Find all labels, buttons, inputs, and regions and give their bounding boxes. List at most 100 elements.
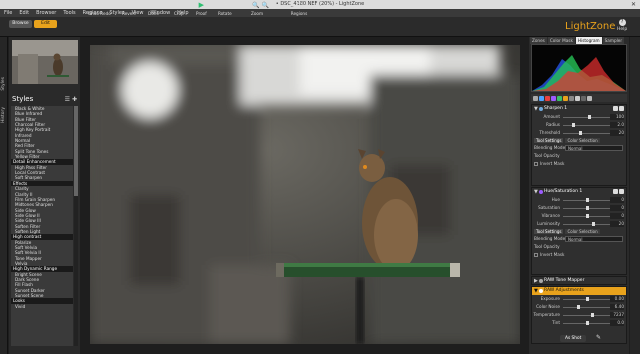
image-thumbnail[interactable] [12, 40, 78, 84]
tab-color-selection[interactable]: Color Selection [565, 229, 600, 234]
save-icon: ▤ [150, 1, 157, 9]
styles-title: Styles [12, 95, 34, 103]
zones-tool-icon[interactable] [533, 95, 538, 101]
slider-knob[interactable] [586, 214, 589, 218]
reset-icon[interactable] [613, 189, 618, 194]
tab-history[interactable]: History [1, 107, 7, 123]
undo-redo-button[interactable]: ↶↷ Undo Redo [88, 2, 111, 17]
slider-value-field[interactable]: 7237 [610, 312, 624, 318]
hue-subtabs: Tool Settings Color Selection [532, 228, 626, 235]
visibility-icon[interactable] [539, 279, 543, 283]
slider-value-field[interactable]: 0 [610, 205, 624, 211]
slider-knob[interactable] [572, 123, 576, 127]
visibility-icon[interactable] [539, 289, 543, 293]
slider-knob[interactable] [576, 305, 580, 309]
slider-value-field[interactable]: 2.0 [610, 122, 624, 128]
eyedropper-icon[interactable]: ✎ [596, 334, 601, 341]
relight-tool-icon[interactable] [569, 95, 574, 101]
slider-track[interactable] [563, 315, 611, 316]
visibility-icon[interactable] [539, 190, 543, 194]
bw-tool-icon[interactable] [557, 95, 562, 101]
tab-zones[interactable]: Zones [530, 37, 547, 44]
clone-tool-icon[interactable] [575, 95, 580, 101]
close-icon[interactable]: ✕ [631, 0, 636, 9]
slider-label: Saturation [538, 205, 560, 210]
hue-tool-icon[interactable] [551, 95, 556, 101]
tab-styles[interactable]: Styles [1, 77, 7, 91]
zoom-controls[interactable]: ▭ 🔍 🔍 Zoom [242, 2, 272, 16]
close-tool-icon[interactable] [619, 106, 624, 111]
close-tool-icon[interactable] [619, 189, 624, 194]
slider-value-field[interactable]: 0.0 [610, 320, 624, 326]
tab-tool-settings[interactable]: Tool Settings [534, 138, 564, 143]
slider-track[interactable] [563, 307, 611, 308]
tab-histogram[interactable]: Histogram [575, 37, 602, 44]
slider-knob[interactable] [579, 131, 583, 135]
blending-select[interactable]: Normal [565, 236, 623, 242]
menu-file[interactable]: File [4, 9, 12, 17]
slider-knob[interactable] [586, 198, 589, 202]
slider-label: Tint [552, 320, 560, 325]
invert-checkbox[interactable] [534, 162, 538, 166]
edit-button[interactable]: Edit [34, 20, 57, 28]
done-button[interactable]: ▤ Done [148, 1, 159, 17]
tab-color-selection[interactable]: Color Selection [565, 138, 600, 143]
sharpen-tool-icon[interactable] [539, 95, 544, 101]
collapse-icon[interactable]: ▼ [534, 287, 538, 295]
expand-icon[interactable]: ▶ [534, 277, 538, 285]
sharpen-header[interactable]: ▼ Sharpen 1 [532, 105, 626, 113]
raw-adjust-header[interactable]: ▼ RAW Adjustments [532, 287, 626, 295]
proof-button[interactable]: ▶ Proof [196, 2, 207, 17]
regions-controls[interactable]: ✎ ◯ ⌇ Regions [286, 2, 312, 16]
slider-track[interactable] [563, 117, 611, 118]
tool-strip[interactable] [531, 94, 627, 102]
slider-track[interactable] [563, 224, 611, 225]
styles-header-icons[interactable]: ☰ ✚ [65, 96, 77, 103]
styles-scrollbar[interactable] [74, 106, 78, 346]
collapse-icon[interactable]: ▼ [534, 105, 538, 113]
menu-browser[interactable]: Browser [36, 9, 56, 17]
noise-tool-icon[interactable] [587, 95, 592, 101]
slider-value-field[interactable]: 20 [610, 221, 624, 227]
spot-tool-icon[interactable] [581, 95, 586, 101]
slider-knob[interactable] [586, 297, 589, 301]
slider-value-field[interactable]: 6.40 [610, 304, 624, 310]
slider-knob[interactable] [590, 313, 594, 317]
slider-value-field[interactable]: 0 [610, 213, 624, 219]
invert-checkbox[interactable] [534, 253, 538, 257]
invert-row[interactable]: Invert Mask [532, 251, 626, 259]
rotate-button[interactable]: ⟳ Rotate [218, 2, 232, 17]
tab-color-mask[interactable]: Color Mask [547, 37, 575, 44]
revert-button[interactable]: ⟲ Revert [122, 2, 136, 17]
slider-knob[interactable] [591, 222, 595, 226]
slider-knob[interactable] [588, 115, 592, 119]
slider-track[interactable] [563, 125, 611, 126]
browse-button[interactable]: Browse [9, 20, 32, 28]
hue-header[interactable]: ▼ Hue/Saturation 1 [532, 188, 626, 196]
menu-edit[interactable]: Edit [19, 9, 29, 17]
invert-row[interactable]: Invert Mask [532, 160, 626, 168]
reset-icon[interactable] [613, 106, 618, 111]
as-shot-button[interactable]: As Shot [560, 335, 587, 342]
collapse-icon[interactable]: ▼ [534, 188, 538, 196]
slider-knob[interactable] [586, 321, 589, 325]
style-item[interactable]: Vivid [11, 304, 73, 309]
tab-sampler[interactable]: Sampler [602, 37, 625, 44]
tab-tool-settings[interactable]: Tool Settings [534, 229, 564, 234]
image-canvas[interactable] [90, 45, 520, 344]
color-tool-icon[interactable] [545, 95, 550, 101]
help-button[interactable]: ? Help [617, 19, 627, 32]
menu-tools[interactable]: Tools [63, 9, 75, 17]
visibility-icon[interactable] [539, 107, 543, 111]
raw-tone-header[interactable]: ▶ RAW Tone Mapper [532, 277, 626, 285]
crop-button[interactable]: ⌗ Crop [174, 2, 184, 17]
slider-value-field[interactable]: 20 [610, 130, 624, 136]
blending-select[interactable]: Normal [565, 145, 623, 151]
slider-value-field[interactable]: 100 [610, 114, 624, 120]
crop-label: Crop [174, 11, 184, 16]
slider-track[interactable] [563, 133, 611, 134]
raw-tool-icon[interactable] [563, 95, 568, 101]
slider-knob[interactable] [586, 206, 589, 210]
slider-value-field[interactable]: 0 [610, 197, 624, 203]
slider-value-field[interactable]: 0.00 [610, 296, 624, 302]
